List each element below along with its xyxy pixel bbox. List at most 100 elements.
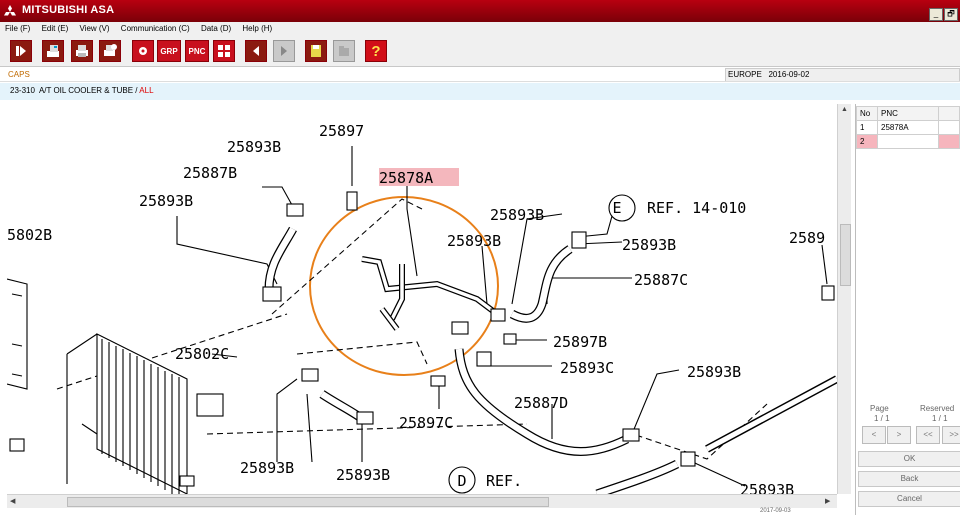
page-value: 1 / 1 [874,414,890,423]
reserved-value: 1 / 1 [932,414,948,423]
label-25897c[interactable]: 25897C [399,414,453,432]
label-25893b-b[interactable]: 25893B [139,192,193,210]
table-row[interactable]: 2 [856,134,960,149]
label-25893b-f[interactable]: 25893B [687,363,741,381]
catalog-date: 2016-09-02 [768,70,810,79]
grp-button[interactable]: GRP [157,40,181,62]
table-row[interactable]: 1 25878A [856,120,960,135]
label-25893b-h[interactable]: 25893B [336,466,390,484]
cancel-button[interactable]: Cancel [858,491,960,507]
status-bar: 2017-09-03 [760,508,960,515]
print-preview-icon [47,45,59,57]
region-info: EUROPE 2016-09-02 [725,68,960,82]
label-25893b-d[interactable]: 25893B [447,232,501,250]
group-name: A/T OIL COOLER & TUBE [38,86,134,95]
restore-button[interactable]: 🗗 [944,8,958,21]
page-next-button[interactable]: > [887,426,911,444]
menu-help[interactable]: Help (H) [237,22,276,33]
status-date: 2017-09-03 [760,508,791,514]
diagram-horizontal-scrollbar[interactable]: ◀ ▶ [7,494,837,508]
menu-view[interactable]: View (V) [74,22,113,33]
breadcrumb: 23-310 A/T OIL COOLER & TUBE / ALL [0,83,960,100]
load-button[interactable] [333,40,355,62]
label-ref-14-010[interactable]: REF. 14-010 [647,199,746,217]
save-button[interactable] [305,40,327,62]
parts-diagram[interactable]: 25878A 25897 25893B 25887B 25893B 5802B … [7,104,837,494]
pnc-panel: No PNC 1 25878A 2 Page Reserved 1 / 1 1 … [855,104,960,515]
row-pnc: 25878A [877,120,939,135]
row-pnc [877,134,939,149]
exit-icon [16,46,26,56]
filter-all-link[interactable]: ALL [139,86,153,95]
column-header-pnc: PNC [877,106,939,121]
ok-button[interactable]: OK [858,451,960,467]
reserved-first-button[interactable]: << [916,426,940,444]
menu-edit[interactable]: Edit (E) [37,22,73,33]
label-25802c[interactable]: 25802C [175,345,229,363]
label-25893b-i[interactable]: 25893B [740,481,794,494]
row-number: 2 [856,134,878,149]
grid-icon [218,45,230,57]
label-25893b-g[interactable]: 25893B [240,459,294,477]
print-settings-icon [104,44,117,56]
label-ref-e[interactable]: E [612,199,621,217]
label-ref-d[interactable]: D [457,472,466,490]
menu-communication[interactable]: Communication (C) [116,22,194,33]
mitsubishi-logo-icon [4,5,16,16]
floppy-icon [311,45,321,57]
scroll-up-icon[interactable]: ▲ [841,106,848,113]
scroll-left-icon[interactable]: ◀ [10,497,15,505]
diagram-vertical-scrollbar[interactable]: ▲ [837,104,851,494]
arrow-right-icon [281,46,287,56]
label-25887d[interactable]: 25887D [514,394,568,412]
print-button[interactable] [71,40,93,62]
print-preview-button[interactable] [42,40,64,62]
label-5802b[interactable]: 5802B [7,226,52,244]
folder-icon [339,46,349,56]
page-prev-button[interactable]: < [862,426,886,444]
arrow-left-icon [253,46,259,56]
menu-bar: File (F) Edit (E) View (V) Communication… [0,22,960,36]
minimize-button[interactable]: _ [929,8,943,21]
label-25893b-c[interactable]: 25893B [490,206,544,224]
app-title: MITSUBISHI ASA [22,4,115,16]
grid-view-button[interactable] [213,40,235,62]
horizontal-scroll-thumb[interactable] [67,497,549,507]
label-25893b-e[interactable]: 25893B [622,236,676,254]
pnc-table: No PNC 1 25878A 2 [856,106,960,149]
gear-icon [139,47,147,55]
label-25887b[interactable]: 25887B [183,164,237,182]
next-button[interactable] [273,40,295,62]
label-25897b[interactable]: 25897B [553,333,607,351]
label-25893b-a[interactable]: 25893B [227,138,281,156]
label-25897[interactable]: 25897 [319,122,364,140]
row-number: 1 [856,120,878,135]
toolbar: GRP PNC ? [0,36,960,67]
page-label: Page [870,404,889,413]
menu-file[interactable]: File (F) [0,22,34,33]
caps-label: CAPS [8,70,30,79]
scroll-right-icon[interactable]: ▶ [825,497,830,505]
home-button[interactable] [132,40,154,62]
previous-button[interactable] [245,40,267,62]
menu-data[interactable]: Data (D) [196,22,235,33]
label-ref-d-text[interactable]: REF. [486,472,522,490]
divider [0,81,960,82]
group-code: 23-310 [10,86,35,95]
label-25893c[interactable]: 25893C [560,359,614,377]
region-area: EUROPE [728,70,762,79]
label-25887c[interactable]: 25887C [634,271,688,289]
column-header-no: No [856,106,878,121]
pnc-button[interactable]: PNC [185,40,209,62]
label-2589[interactable]: 2589 [789,229,825,247]
exit-button[interactable] [10,40,32,62]
label-25878a[interactable]: 25878A [379,169,433,187]
back-button[interactable]: Back [858,471,960,487]
title-bar: MITSUBISHI ASA _ 🗗 [0,0,960,22]
printer-icon [76,45,88,57]
print-settings-button[interactable] [99,40,121,62]
reserved-label: Reserved [920,404,955,413]
help-button[interactable]: ? [365,40,387,62]
vertical-scroll-thumb[interactable] [840,224,851,286]
reserved-last-button[interactable]: >> [942,426,960,444]
